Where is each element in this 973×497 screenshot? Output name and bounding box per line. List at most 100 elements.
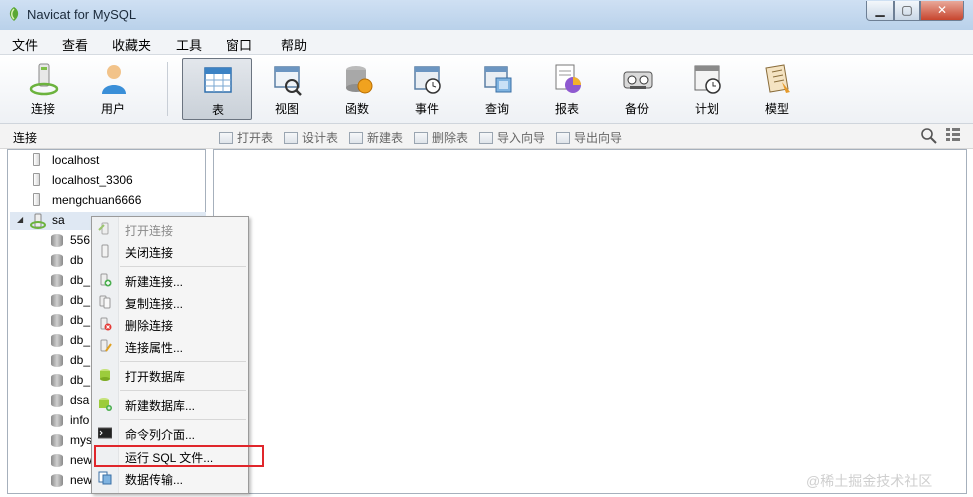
- menu-item-open-connection[interactable]: 打开连接: [125, 222, 173, 239]
- tree-database[interactable]: db_: [70, 293, 90, 307]
- database-icon: [51, 334, 63, 347]
- menu-help[interactable]: 帮助: [281, 35, 307, 54]
- menu-item-console[interactable]: 命令列介面...: [125, 426, 195, 443]
- tree-connection-mengchuan6666[interactable]: mengchuan6666: [52, 193, 141, 207]
- delete-table-button[interactable]: 删除表: [414, 129, 468, 146]
- event-icon: [414, 66, 441, 94]
- open-table-button[interactable]: 打开表: [219, 129, 273, 146]
- menu-item-new-connection[interactable]: 新建连接...: [125, 273, 183, 290]
- connection-pane-title: 连接: [13, 131, 38, 145]
- toolbar-model-button[interactable]: 模型: [747, 58, 807, 120]
- active-connection-icon: [30, 213, 46, 229]
- toolbar-user-button[interactable]: 用户: [83, 58, 143, 120]
- database-icon: [51, 394, 63, 407]
- data-transfer-icon: [98, 471, 112, 485]
- database-icon: [51, 354, 63, 367]
- toolbar-table-label: 表: [211, 103, 224, 117]
- menu-view[interactable]: 查看: [62, 35, 88, 54]
- menu-item-data-transfer[interactable]: 数据传输...: [125, 471, 183, 488]
- design-table-button[interactable]: 设计表: [284, 129, 338, 146]
- delete-connection-icon: [100, 317, 112, 331]
- object-list-pane[interactable]: [213, 149, 967, 494]
- tree-connection-localhost[interactable]: localhost: [52, 153, 99, 167]
- toolbar-schedule-button[interactable]: 计划: [677, 58, 737, 120]
- design-table-label: 设计表: [302, 131, 339, 145]
- menu-item-delete-connection[interactable]: 删除连接: [125, 317, 173, 334]
- toolbar-function-button[interactable]: 函数: [327, 58, 387, 120]
- toolbar-model-label: 模型: [764, 102, 789, 116]
- tree-connection-localhost-3306[interactable]: localhost_3306: [52, 173, 133, 187]
- context-menu-separator: [120, 390, 246, 391]
- expand-arrow-icon[interactable]: ◢: [17, 215, 23, 224]
- toolbar-user-label: 用户: [100, 102, 125, 116]
- toolbar-backup-label: 备份: [624, 102, 649, 116]
- menu-favorites[interactable]: 收藏夹: [112, 35, 151, 54]
- menu-item-open-database[interactable]: 打开数据库: [125, 368, 185, 385]
- toolbar-backup-button[interactable]: 备份: [607, 58, 667, 120]
- context-menu-separator: [120, 361, 246, 362]
- import-wizard-button[interactable]: 导入向导: [479, 129, 545, 146]
- console-icon: [98, 427, 112, 439]
- tree-database[interactable]: new: [70, 473, 92, 487]
- list-view-icon[interactable]: [946, 127, 960, 143]
- export-wizard-button[interactable]: 导出向导: [556, 129, 622, 146]
- database-icon: [51, 474, 63, 487]
- import-wizard-label: 导入向导: [497, 131, 546, 145]
- connection-icon: [33, 173, 40, 186]
- tree-database[interactable]: db_: [70, 273, 90, 287]
- toolbar-report-button[interactable]: 报表: [537, 58, 597, 120]
- function-icon: [346, 66, 373, 94]
- toolbar-query-label: 查询: [484, 102, 509, 116]
- tree-database[interactable]: db: [70, 253, 83, 267]
- connection-icon: [29, 63, 59, 96]
- toolbar-connection-button[interactable]: 连接: [13, 58, 73, 120]
- toolbar-view-button[interactable]: 视图: [257, 58, 317, 120]
- toolbar-event-label: 事件: [414, 102, 439, 116]
- model-icon: [765, 64, 790, 93]
- open-table-icon: [219, 132, 233, 144]
- tree-database[interactable]: new: [70, 453, 92, 467]
- menu-window[interactable]: 窗口: [226, 35, 252, 54]
- tree-database[interactable]: db_: [70, 373, 90, 387]
- toolbar-connection-label: 连接: [30, 102, 55, 116]
- new-database-icon: [99, 398, 112, 411]
- tree-database[interactable]: db_: [70, 313, 90, 327]
- report-icon: [555, 64, 581, 93]
- maximize-button[interactable]: ▢: [894, 1, 920, 21]
- tree-database[interactable]: info: [70, 413, 89, 427]
- tree-database[interactable]: db_: [70, 333, 90, 347]
- menu-file[interactable]: 文件: [12, 35, 38, 54]
- tree-connection-sa[interactable]: sa: [52, 213, 65, 227]
- menu-tools[interactable]: 工具: [176, 35, 202, 54]
- new-table-icon: [349, 132, 363, 144]
- tree-database[interactable]: dsa: [70, 393, 89, 407]
- context-menu-separator: [120, 266, 246, 267]
- import-wizard-icon: [479, 132, 493, 144]
- toolbar-event-button[interactable]: 事件: [397, 58, 457, 120]
- tree-database[interactable]: db_: [70, 353, 90, 367]
- schedule-icon: [694, 65, 721, 94]
- tree-database[interactable]: mys: [70, 433, 92, 447]
- context-menu-separator: [120, 419, 246, 420]
- minimize-button[interactable]: ▁: [866, 1, 894, 21]
- view-icon: [274, 66, 302, 96]
- menu-item-copy-connection[interactable]: 复制连接...: [125, 295, 183, 312]
- tree-database[interactable]: 556: [70, 233, 90, 247]
- toolbar-report-label: 报表: [554, 102, 579, 116]
- search-icon[interactable]: [920, 127, 938, 145]
- database-icon: [51, 294, 63, 307]
- open-table-label: 打开表: [237, 131, 274, 145]
- menu-item-close-connection[interactable]: 关闭连接: [125, 244, 173, 261]
- menu-item-connection-properties[interactable]: 连接属性...: [125, 339, 183, 356]
- toolbar-view-label: 视图: [274, 102, 299, 116]
- database-icon: [51, 414, 63, 427]
- table-icon: [204, 67, 232, 93]
- close-button[interactable]: ✕: [920, 1, 964, 21]
- open-connection-icon: [98, 222, 109, 235]
- new-table-button[interactable]: 新建表: [349, 129, 403, 146]
- toolbar-query-button[interactable]: 查询: [467, 58, 527, 120]
- database-icon: [51, 454, 63, 467]
- connection-properties-icon: [100, 339, 112, 352]
- menu-item-new-database[interactable]: 新建数据库...: [125, 397, 195, 414]
- toolbar-table-button[interactable]: 表: [182, 58, 252, 120]
